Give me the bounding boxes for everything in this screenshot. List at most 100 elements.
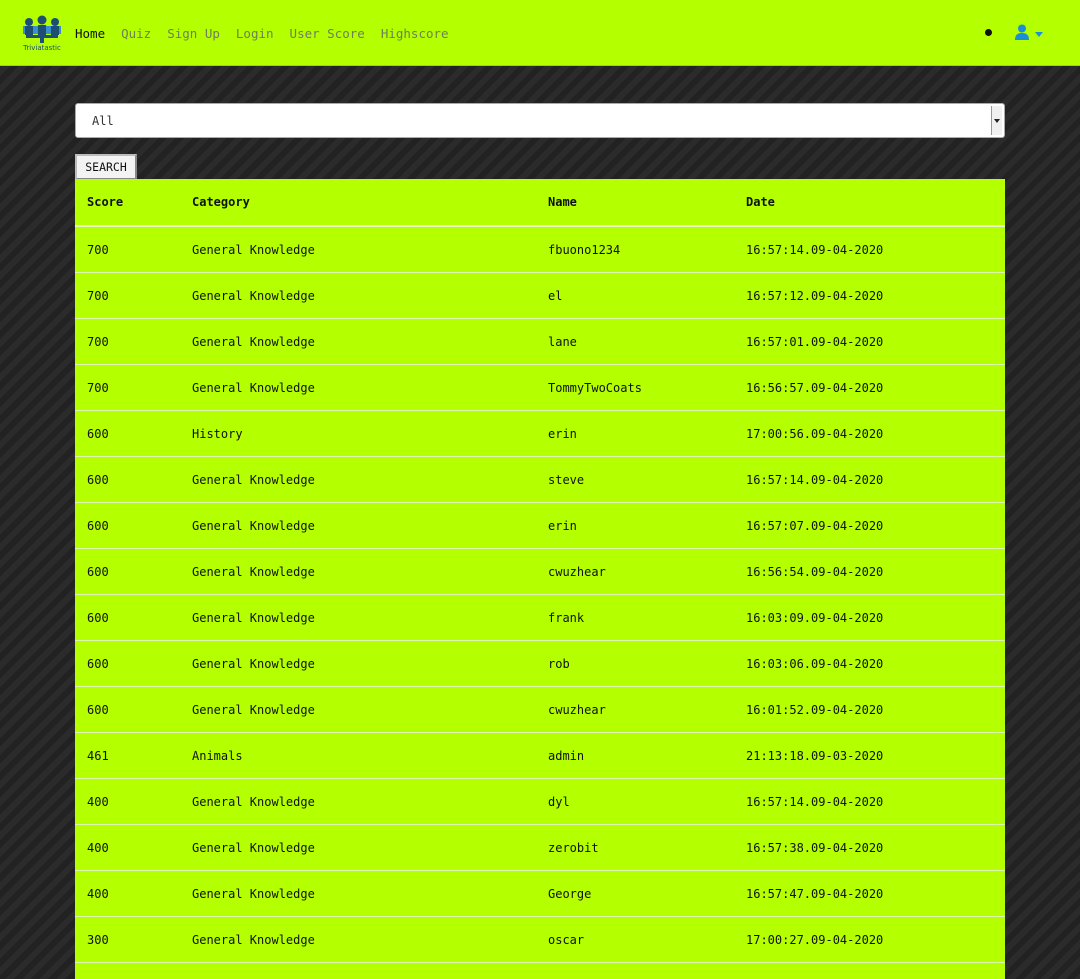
svg-text:Triviatastic: Triviatastic xyxy=(22,44,61,52)
cell-category: Animals xyxy=(180,732,536,779)
cell-category: General Knowledge xyxy=(180,364,536,411)
category-select[interactable]: All xyxy=(75,103,1005,138)
cell-date: 17:00:56.09-04-2020 xyxy=(734,410,1005,457)
cell-score: 700 xyxy=(75,225,180,273)
cell-score: 461 xyxy=(75,732,180,779)
cell-category: History xyxy=(180,410,536,457)
navbar: Triviatastic Home Quiz Sign Up Login Use… xyxy=(0,0,1080,66)
table-row: 461 Animals admin 21:13:18.09-03-2020 xyxy=(75,732,1005,779)
cell-score: 600 xyxy=(75,640,180,687)
cell-category: General Knowledge xyxy=(180,272,536,319)
category-select-value: All xyxy=(92,114,114,128)
triviatastic-logo[interactable]: Triviatastic xyxy=(20,12,64,54)
cell-name: oscar xyxy=(536,916,734,963)
cell-name xyxy=(536,962,734,979)
cell-score: 700 xyxy=(75,364,180,411)
cell-date: 16:03:09.09-04-2020 xyxy=(734,594,1005,641)
table-row xyxy=(75,962,1005,979)
cell-date: 16:57:14.09-04-2020 xyxy=(734,778,1005,825)
select-arrow-icon[interactable] xyxy=(991,106,1002,135)
cell-category: General Knowledge xyxy=(180,640,536,687)
table-body: 700 General Knowledge fbuono1234 16:57:14.0… xyxy=(75,225,1005,979)
cell-score: 600 xyxy=(75,548,180,595)
cell-name: frank xyxy=(536,594,734,641)
column-header-name: Name xyxy=(536,179,734,227)
cell-date: 16:57:12.09-04-2020 xyxy=(734,272,1005,319)
cell-date: 16:03:06.09-04-2020 xyxy=(734,640,1005,687)
cell-category: General Knowledge xyxy=(180,824,536,871)
table-row: 700 General Knowledge fbuono1234 16:57:14.0… xyxy=(75,225,1005,273)
cell-date: 16:57:38.09-04-2020 xyxy=(734,824,1005,871)
nav-link-home[interactable]: Home xyxy=(75,26,105,41)
cell-name: admin xyxy=(536,732,734,779)
cell-score: 700 xyxy=(75,318,180,365)
cell-name: erin xyxy=(536,502,734,549)
cell-name: cwuzhear xyxy=(536,686,734,733)
cell-score: 600 xyxy=(75,410,180,457)
cell-category: General Knowledge xyxy=(180,870,536,917)
cell-score xyxy=(75,962,180,979)
column-header-date: Date xyxy=(734,179,1005,227)
table-row: 400 General Knowledge dyl 16:57:14.09-04-20… xyxy=(75,778,1005,825)
column-header-score: Score xyxy=(75,179,180,227)
cell-date: 16:56:57.09-04-2020 xyxy=(734,364,1005,411)
cell-category: General Knowledge xyxy=(180,594,536,641)
cell-name: George xyxy=(536,870,734,917)
table-row: 600 General Knowledge rob 16:03:06.09-04-20… xyxy=(75,640,1005,687)
cell-score: 400 xyxy=(75,824,180,871)
table-row: 600 General Knowledge steve 16:57:14.09-04-… xyxy=(75,456,1005,503)
cell-category: General Knowledge xyxy=(180,686,536,733)
table-row: 600 General Knowledge erin 16:57:07.09-04-2… xyxy=(75,502,1005,549)
cell-score: 600 xyxy=(75,594,180,641)
table-row: 400 General Knowledge George 16:57:47.09-04… xyxy=(75,870,1005,917)
cell-score: 400 xyxy=(75,778,180,825)
nav-link-user-score[interactable]: User Score xyxy=(290,26,365,41)
cell-date: 16:01:52.09-04-2020 xyxy=(734,686,1005,733)
highscore-table: Score Category Name Date 700 General Know… xyxy=(75,179,1005,979)
nav-link-login[interactable]: Login xyxy=(236,26,274,41)
nav-link-quiz[interactable]: Quiz xyxy=(121,26,151,41)
column-header-category: Category xyxy=(180,179,536,227)
search-button[interactable]: SEARCH xyxy=(75,154,137,180)
cell-date: 17:00:27.09-04-2020 xyxy=(734,916,1005,963)
table-row: 600 General Knowledge frank 16:03:09.09-04-… xyxy=(75,594,1005,641)
cell-score: 600 xyxy=(75,502,180,549)
cell-name: steve xyxy=(536,456,734,503)
cell-name: zerobit xyxy=(536,824,734,871)
nav-link-highscore[interactable]: Highscore xyxy=(381,26,449,41)
status-dot xyxy=(985,29,992,36)
cell-category: General Knowledge xyxy=(180,225,536,273)
cell-date: 16:57:14.09-04-2020 xyxy=(734,456,1005,503)
cell-name: el xyxy=(536,272,734,319)
cell-date: 16:56:54.09-04-2020 xyxy=(734,548,1005,595)
cell-category: General Knowledge xyxy=(180,318,536,365)
table-row: 400 General Knowledge zerobit 16:57:38.09-0… xyxy=(75,824,1005,871)
cell-category: General Knowledge xyxy=(180,916,536,963)
table-header-row: Score Category Name Date xyxy=(75,179,1005,227)
cell-score: 300 xyxy=(75,916,180,963)
table-row: 700 General Knowledge TommyTwoCoats 16:56:5… xyxy=(75,364,1005,411)
cell-category: General Knowledge xyxy=(180,778,536,825)
table-row: 300 General Knowledge oscar 17:00:27.09-04-… xyxy=(75,916,1005,963)
cell-score: 600 xyxy=(75,456,180,503)
cell-date: 16:57:01.09-04-2020 xyxy=(734,318,1005,365)
table-row: 600 General Knowledge cwuzhear 16:56:54.09-… xyxy=(75,548,1005,595)
cell-score: 700 xyxy=(75,272,180,319)
nav-link-sign-up[interactable]: Sign Up xyxy=(167,26,220,41)
user-menu-dropdown[interactable] xyxy=(1015,24,1043,44)
table-row: 600 General Knowledge cwuzhear 16:01:52.09-… xyxy=(75,686,1005,733)
nav-links: Home Quiz Sign Up Login User Score Highs… xyxy=(75,0,449,66)
cell-date: 16:57:47.09-04-2020 xyxy=(734,870,1005,917)
cell-name: cwuzhear xyxy=(536,548,734,595)
table-row: 600 History erin 17:00:56.09-04-2020 xyxy=(75,410,1005,457)
table-row: 700 General Knowledge el 16:57:12.09-04-202… xyxy=(75,272,1005,319)
cell-date: 16:57:14.09-04-2020 xyxy=(734,225,1005,273)
cell-name: erin xyxy=(536,410,734,457)
cell-category: General Knowledge xyxy=(180,548,536,595)
cell-name: rob xyxy=(536,640,734,687)
cell-name: fbuono1234 xyxy=(536,225,734,273)
table-row: 700 General Knowledge lane 16:57:01.09-04-2… xyxy=(75,318,1005,365)
caret-down-icon xyxy=(1035,31,1043,37)
cell-name: dyl xyxy=(536,778,734,825)
cell-name: TommyTwoCoats xyxy=(536,364,734,411)
